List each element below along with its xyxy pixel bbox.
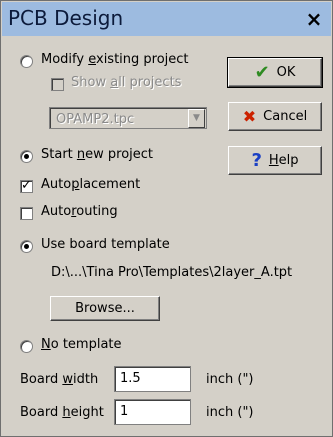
template-path: D:\...\Tina Pro\Templates\2layer_A.tpt (51, 265, 293, 280)
modify-existing-radio[interactable] (20, 55, 33, 68)
board-width-label: Board width (20, 372, 99, 387)
ok-button[interactable]: ✔ OK (227, 57, 323, 88)
x-mark-icon: ✖ (242, 107, 257, 126)
board-height-unit: inch (") (206, 405, 254, 420)
board-height-input[interactable]: 1 (114, 399, 191, 425)
show-all-projects-checkbox[interactable] (51, 78, 64, 91)
cancel-button[interactable]: ✖ Cancel (228, 102, 322, 131)
checkmark-icon: ✓ (21, 178, 32, 193)
show-all-projects-label: Show all projects (71, 75, 182, 90)
board-width-input[interactable]: 1.5 (114, 366, 191, 392)
autorouting-checkbox[interactable] (20, 207, 33, 220)
chevron-down-icon[interactable]: ▼ (188, 109, 205, 128)
pcb-design-dialog: PCB Design × Modify existing project Sho… (0, 0, 333, 437)
autorouting-label[interactable]: Autorouting (41, 204, 118, 219)
question-icon: ? (251, 150, 262, 171)
ok-button-label: OK (276, 65, 296, 80)
checkmark-icon: ✔ (254, 62, 270, 83)
cancel-button-label: Cancel (263, 109, 308, 124)
board-width-unit: inch (") (206, 372, 254, 387)
project-select[interactable]: OPAMP2.tpc ▼ (49, 107, 207, 129)
close-button[interactable]: × (301, 8, 327, 30)
start-new-label[interactable]: Start new project (41, 147, 153, 162)
help-button-label: Help (268, 153, 299, 168)
start-new-radio[interactable] (20, 150, 33, 163)
use-template-label[interactable]: Use board template (41, 237, 170, 252)
browse-button[interactable]: Browse... (50, 296, 160, 321)
project-select-value: OPAMP2.tpc (56, 112, 135, 127)
no-template-radio[interactable] (20, 340, 33, 353)
title-bar[interactable]: PCB Design × (2, 2, 331, 36)
board-height-label: Board height (20, 405, 104, 420)
help-button[interactable]: ? Help (228, 146, 322, 175)
autoplacement-label[interactable]: Autoplacement (41, 177, 140, 192)
no-template-label[interactable]: No template (41, 337, 122, 352)
window-title: PCB Design (8, 6, 124, 30)
use-template-radio[interactable] (20, 240, 33, 253)
autoplacement-checkbox[interactable]: ✓ (20, 178, 33, 193)
modify-existing-label[interactable]: Modify existing project (41, 52, 189, 67)
